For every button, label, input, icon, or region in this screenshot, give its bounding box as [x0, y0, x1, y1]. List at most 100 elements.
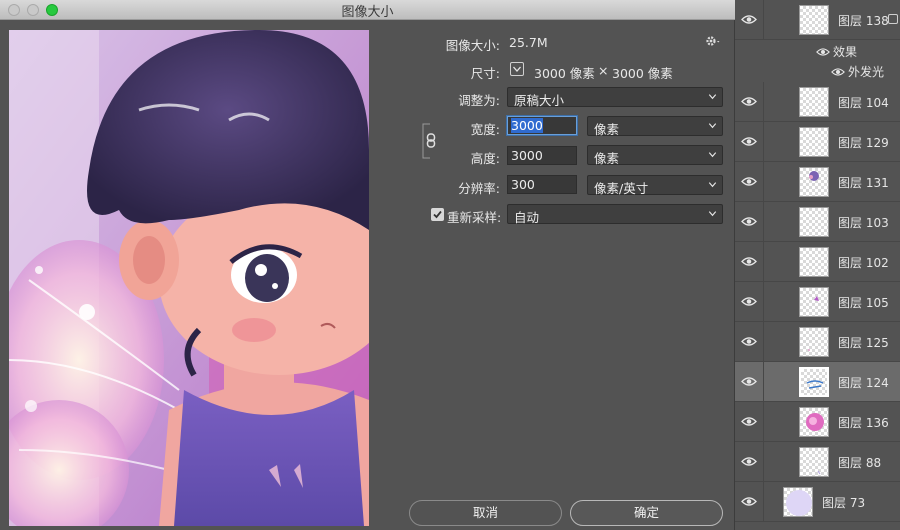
resample-method-value: 自动	[514, 210, 540, 225]
resolution-unit-select[interactable]: 像素/英寸	[587, 175, 723, 196]
width-value: 3000	[511, 118, 543, 133]
eye-icon	[741, 257, 757, 266]
resolution-label: 分辨率:	[458, 181, 500, 196]
layer-visibility-toggle[interactable]	[741, 176, 757, 187]
height-label: 高度:	[470, 151, 500, 166]
fit-to-value: 原稿大小	[514, 93, 565, 108]
layer-visibility-toggle[interactable]	[741, 96, 757, 107]
gear-icon[interactable]	[704, 34, 722, 48]
layer-row[interactable]: 图层 125	[735, 322, 900, 362]
layer-visibility-toggle[interactable]	[741, 14, 757, 25]
layer-name[interactable]: 图层 124	[838, 374, 889, 391]
chevron-down-icon	[708, 211, 717, 217]
layer-name[interactable]: 图层 73	[822, 494, 865, 511]
layer-row-divider	[763, 442, 764, 482]
layer-thumbnail[interactable]	[799, 287, 829, 317]
width-input[interactable]: 3000	[507, 116, 577, 135]
resample-checkbox[interactable]	[431, 208, 444, 221]
height-value: 3000	[511, 148, 543, 163]
layer-name[interactable]: 图层 102	[838, 254, 889, 271]
outer-glow-effect-row[interactable]: 外发光	[735, 62, 900, 80]
layer-thumbnail[interactable]	[799, 167, 829, 197]
layer-row[interactable]: 图层 102	[735, 242, 900, 282]
width-label: 宽度:	[470, 122, 500, 137]
layer-style-badge-icon	[888, 14, 898, 24]
checkmark-icon	[433, 210, 442, 219]
layer-row-divider	[763, 282, 764, 322]
layer-thumbnail[interactable]	[799, 327, 829, 357]
chevron-down-icon	[708, 182, 717, 188]
effects-visibility-toggle[interactable]	[816, 46, 830, 56]
layer-row[interactable]: 图层 138	[735, 0, 900, 40]
layer-row[interactable]: 图层 136	[735, 402, 900, 442]
layer-row[interactable]: 图层 129	[735, 122, 900, 162]
resample-label: 重新采样:	[447, 210, 502, 225]
layer-effects-row[interactable]: 效果	[735, 42, 900, 60]
layer-visibility-toggle[interactable]	[741, 336, 757, 347]
image-preview[interactable]	[9, 30, 369, 526]
layer-name[interactable]: 图层 105	[838, 294, 889, 311]
outer-glow-label: 外发光	[848, 65, 885, 79]
layer-visibility-toggle[interactable]	[741, 416, 757, 427]
layer-thumbnail[interactable]	[799, 127, 829, 157]
layer-visibility-toggle[interactable]	[741, 136, 757, 147]
preview-illustration	[9, 30, 369, 526]
layer-thumbnail[interactable]	[799, 247, 829, 277]
layer-row-divider	[763, 82, 764, 122]
height-input[interactable]: 3000	[507, 146, 577, 165]
layer-thumbnail[interactable]	[799, 207, 829, 237]
dimensions-separator: ×	[598, 63, 609, 78]
layer-visibility-toggle[interactable]	[741, 216, 757, 227]
height-unit-select[interactable]: 像素	[587, 145, 723, 166]
layer-visibility-toggle[interactable]	[741, 256, 757, 267]
layer-row-divider	[763, 322, 764, 362]
eye-icon	[831, 68, 845, 76]
dimensions-width-value: 3000 像素	[534, 66, 595, 81]
layer-row[interactable]: 图层 105	[735, 282, 900, 322]
cancel-button[interactable]: 取消	[409, 500, 562, 526]
eye-icon	[741, 177, 757, 186]
layer-name[interactable]: 图层 103	[838, 214, 889, 231]
layer-row-divider	[763, 482, 764, 522]
layer-visibility-toggle[interactable]	[741, 376, 757, 387]
layer-name[interactable]: 图层 136	[838, 414, 889, 431]
layer-visibility-toggle[interactable]	[741, 456, 757, 467]
layers-panel: 图层 138 效果外发光图层 104 图层 129 图层 131 图层 103 图层 10…	[735, 0, 900, 530]
eye-icon	[741, 137, 757, 146]
resolution-input[interactable]: 300	[507, 175, 577, 194]
layer-name[interactable]: 图层 125	[838, 334, 889, 351]
fit-to-select[interactable]: 原稿大小	[507, 87, 723, 108]
layer-row[interactable]: 图层 131	[735, 162, 900, 202]
layer-row-divider	[763, 122, 764, 162]
layer-row[interactable]: 图层 124	[735, 362, 900, 402]
layer-thumbnail[interactable]	[799, 407, 829, 437]
layer-thumbnail[interactable]	[799, 5, 829, 35]
eye-icon	[741, 457, 757, 466]
ok-button[interactable]: 确定	[570, 500, 723, 526]
chevron-down-icon	[708, 123, 717, 129]
width-unit-select[interactable]: 像素	[587, 116, 723, 137]
layer-name[interactable]: 图层 129	[838, 134, 889, 151]
window-title: 图像大小	[341, 5, 394, 20]
layer-thumbnail[interactable]	[799, 447, 829, 477]
layer-row[interactable]: 图层 104	[735, 82, 900, 122]
layer-row-divider	[763, 362, 764, 402]
layer-row[interactable]: 图层 103	[735, 202, 900, 242]
layer-row[interactable]: 图层 88	[735, 442, 900, 482]
layer-visibility-toggle[interactable]	[741, 496, 757, 507]
layer-thumbnail[interactable]	[799, 87, 829, 117]
layer-visibility-toggle[interactable]	[741, 296, 757, 307]
title-bar[interactable]: 图像大小	[0, 0, 735, 20]
outer-glow-visibility-toggle[interactable]	[831, 66, 845, 76]
layer-name[interactable]: 图层 88	[838, 454, 881, 471]
layer-name[interactable]: 图层 131	[838, 174, 889, 191]
dimensions-dropdown-toggle[interactable]	[510, 62, 524, 76]
resample-method-select[interactable]: 自动	[507, 204, 723, 225]
layer-name[interactable]: 图层 138	[838, 12, 889, 29]
layer-row[interactable]: 图层 73	[735, 482, 900, 522]
layer-thumbnail[interactable]	[783, 487, 813, 517]
layer-name[interactable]: 图层 104	[838, 94, 889, 111]
eye-icon	[741, 417, 757, 426]
image-size-dialog: 图像大小 图像大小: 25.7M 尺寸: 3000 像素 × 3000 像素 调…	[0, 0, 735, 530]
layer-thumbnail[interactable]	[799, 367, 829, 397]
